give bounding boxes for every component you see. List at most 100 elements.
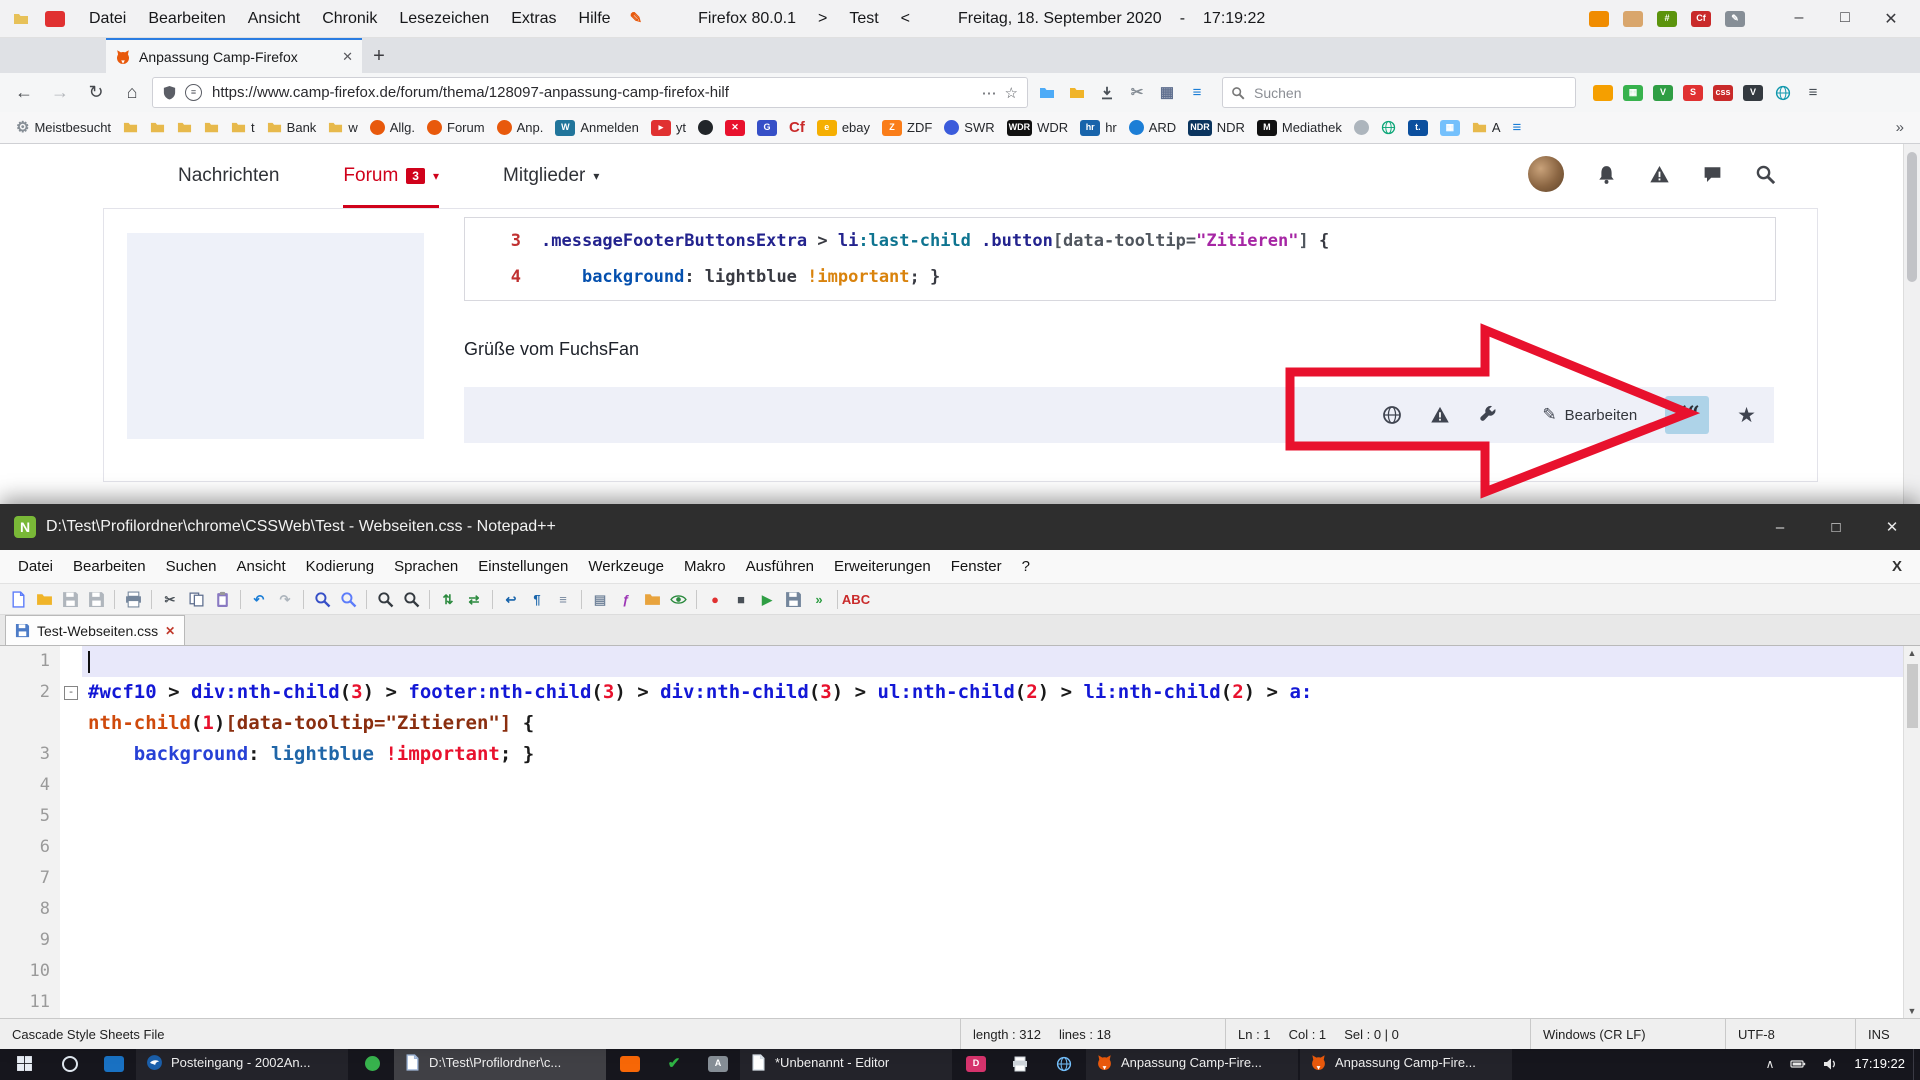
addon-v-green-icon[interactable]: V (1648, 79, 1678, 107)
ff-menu-chronik[interactable]: Chronik (311, 10, 388, 28)
forum-nav-forum[interactable]: Forum3▾ (343, 144, 439, 208)
reload-button[interactable]: ↻ (80, 78, 112, 108)
firefox-window-button-1[interactable]: Anpassung Camp-Fire... (1086, 1045, 1298, 1080)
edit-button[interactable]: ✎ Bearbeiten (1542, 405, 1637, 425)
save-all-icon[interactable] (84, 587, 108, 611)
play-macro-icon[interactable]: ▶ (755, 587, 779, 611)
spell-check-icon[interactable]: ABC (844, 587, 868, 611)
pinned-app-blue-icon[interactable] (92, 1045, 136, 1080)
ff-menu-hilfe[interactable]: Hilfe (568, 10, 622, 28)
new-tab-button[interactable]: + (362, 40, 396, 73)
np-menu-einstellungen[interactable]: Einstellungen (468, 558, 578, 575)
search-input[interactable] (1252, 84, 1567, 102)
bookmark-folder[interactable] (198, 120, 225, 135)
word-wrap-icon[interactable]: ↩ (499, 587, 523, 611)
notepadpp-window-button[interactable]: D:\Test\Profilordner\c... (394, 1045, 606, 1080)
bookmark-github[interactable] (692, 120, 719, 135)
bookmark-folder[interactable] (117, 120, 144, 135)
calc-icon[interactable]: ▦ (1152, 79, 1182, 107)
shield-icon[interactable] (162, 85, 177, 100)
scrollbar-thumb[interactable] (1907, 664, 1918, 728)
bookmark-folder[interactable] (144, 120, 171, 135)
addon-globe-icon[interactable] (1768, 79, 1798, 107)
np-menu-?[interactable]: ? (1012, 558, 1040, 575)
ff-menu-extras[interactable]: Extras (500, 10, 567, 28)
forward-button[interactable]: → (44, 78, 76, 108)
tray-chevron-icon[interactable]: ∧ (1766, 1057, 1775, 1071)
bookmark-mediathek[interactable]: MMediathek (1251, 120, 1348, 136)
zoom-out-icon[interactable] (399, 587, 423, 611)
monitoring-eye-icon[interactable] (666, 587, 690, 611)
conversations-chat-icon[interactable] (1702, 164, 1723, 185)
bookmark-ard[interactable]: ARD (1123, 120, 1182, 135)
search-bar[interactable] (1222, 77, 1576, 108)
bookmark-folder-w[interactable]: w (322, 120, 363, 135)
status-encoding[interactable]: UTF-8 (1725, 1019, 1855, 1049)
quote-button[interactable]: ““ (1665, 396, 1709, 434)
ff-menu-bearbeiten[interactable]: Bearbeiten (137, 10, 236, 28)
close-button[interactable]: ✕ (1868, 9, 1914, 29)
indent-guide-icon[interactable]: ≡ (551, 587, 575, 611)
bookmarks-overflow-icon[interactable]: » (1890, 119, 1910, 136)
alerts-warning-icon[interactable] (1649, 164, 1670, 185)
zoom-in-icon[interactable] (373, 587, 397, 611)
np-menu-sprachen[interactable]: Sprachen (384, 558, 468, 575)
bookmark-swr[interactable]: SWR (938, 120, 1000, 135)
addon-table-icon[interactable]: ▦ (1618, 79, 1648, 107)
doc-map-icon[interactable]: ▤ (588, 587, 612, 611)
battery-icon[interactable] (1790, 1056, 1806, 1072)
doc-close-button[interactable]: X (1892, 558, 1912, 575)
run-multi-icon[interactable]: » (807, 587, 831, 611)
bookmark-hr[interactable]: hrhr (1074, 120, 1123, 136)
taskbar-printer-icon[interactable] (998, 1045, 1042, 1080)
bookmark-zdf[interactable]: ZZDF (876, 120, 938, 136)
app-red-icon[interactable] (40, 5, 70, 33)
volume-icon[interactable] (1822, 1056, 1838, 1072)
bookmark-x[interactable]: ✕ (719, 120, 751, 136)
folder-workspace-icon[interactable] (640, 587, 664, 611)
clip-tool-icon[interactable]: ✂ (1122, 79, 1152, 107)
firefox-window-button-2[interactable]: Anpassung Camp-Fire... (1300, 1045, 1512, 1080)
page-actions-icon[interactable]: ⋯ (982, 84, 997, 102)
app-d-icon[interactable]: D (954, 1045, 998, 1080)
editor-window-button[interactable]: *Unbenannt - Editor (740, 1045, 952, 1080)
scroll-up-icon[interactable]: ▲ (1908, 648, 1917, 658)
replace-icon[interactable] (336, 587, 360, 611)
redo-icon[interactable]: ↷ (273, 587, 297, 611)
bookmark-ebay[interactable]: eebay (811, 120, 876, 136)
start-button[interactable] (0, 1045, 48, 1080)
user-avatar[interactable] (1528, 156, 1564, 192)
addon-css-icon[interactable]: css (1708, 79, 1738, 107)
bookmark-yt[interactable]: ▸yt (645, 120, 692, 136)
maximize-button[interactable]: □ (1822, 9, 1868, 29)
addon-notes-icon[interactable]: ✎ (1720, 5, 1750, 33)
profile-folder-icon[interactable] (6, 5, 36, 33)
pen-icon[interactable]: ✎ (630, 11, 643, 26)
editor-scrollbar[interactable]: ▲ ▼ (1903, 646, 1920, 1018)
np-menu-ansicht[interactable]: Ansicht (226, 558, 295, 575)
app-orange-icon[interactable] (608, 1045, 652, 1080)
library-folder-icon[interactable] (1032, 79, 1062, 107)
page-scrollbar[interactable] (1903, 144, 1920, 504)
save-macro-icon[interactable] (781, 587, 805, 611)
show-desktop-button[interactable] (1913, 1045, 1920, 1080)
home-button[interactable]: ⌂ (116, 78, 148, 108)
edit-folder-icon[interactable] (1062, 79, 1092, 107)
notifications-bell-icon[interactable] (1596, 164, 1617, 185)
np-menu-makro[interactable]: Makro (674, 558, 736, 575)
bookmark-ndr[interactable]: NDRNDR (1182, 120, 1251, 136)
function-list-icon[interactable]: ƒ (614, 587, 638, 611)
np-menu-bearbeiten[interactable]: Bearbeiten (63, 558, 156, 575)
copy-icon[interactable] (184, 587, 208, 611)
new-file-icon[interactable] (6, 587, 30, 611)
show-symbols-icon[interactable]: ¶ (525, 587, 549, 611)
sync-horizontal-icon[interactable]: ⇄ (462, 587, 486, 611)
forum-nav-nachrichten[interactable]: Nachrichten (178, 144, 279, 208)
open-file-icon[interactable] (32, 587, 56, 611)
print-icon[interactable] (121, 587, 145, 611)
addon-brush-icon[interactable] (1618, 5, 1648, 33)
tab-close-icon[interactable]: ✕ (342, 49, 353, 65)
bookmark-wdr[interactable]: WDRWDR (1001, 120, 1075, 136)
bookmark-cf[interactable]: Cf (783, 120, 811, 135)
app-menu-icon[interactable]: ≡ (1798, 79, 1828, 107)
